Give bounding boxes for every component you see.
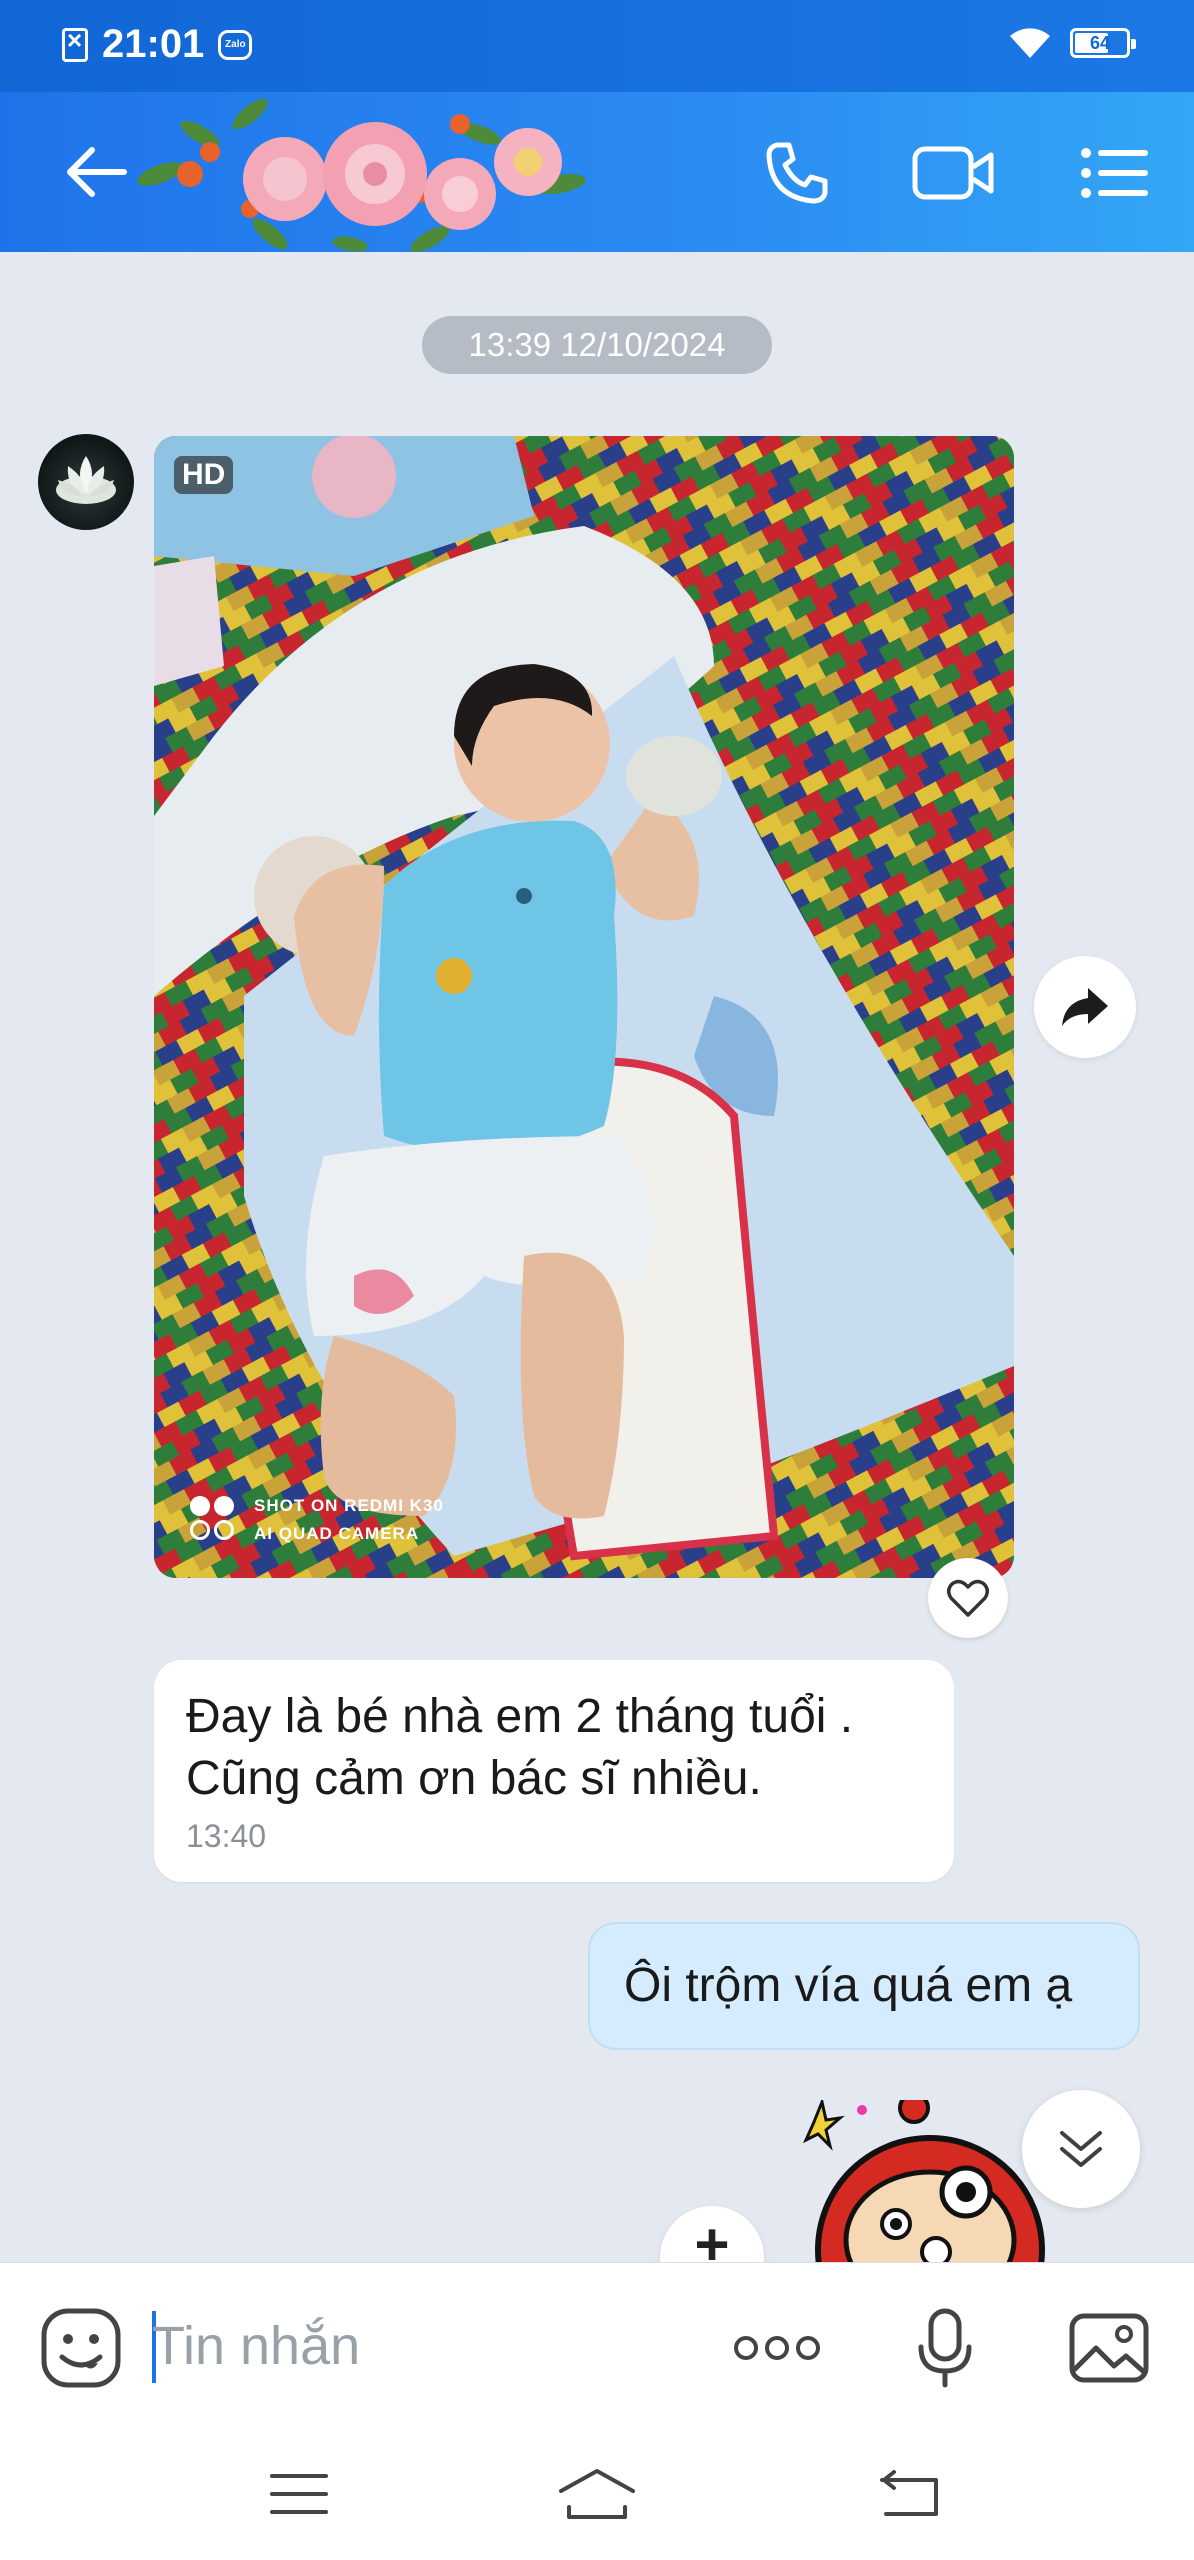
outgoing-message-bubble[interactable]: Ôi trộm vía quá em ạ: [588, 1922, 1140, 2050]
zalo-notification-icon: Zalo: [218, 29, 253, 60]
status-left: 21:01 Zalo: [62, 22, 253, 67]
home-button[interactable]: [552, 2454, 642, 2534]
video-call-icon: [912, 146, 994, 200]
message-composer: [0, 2262, 1194, 2424]
camera-watermark: SHOT ON REDMI K30 AI QUAD CAMERA: [190, 1492, 444, 1548]
forward-button[interactable]: [1034, 956, 1136, 1058]
baby-photo-image: [154, 436, 1014, 1578]
menu-lines-icon: [270, 2474, 328, 2514]
heart-icon: [947, 1579, 989, 1617]
watermark-line-1: SHOT ON REDMI K30: [254, 1496, 444, 1515]
chat-header: [0, 92, 1194, 252]
more-options-button[interactable]: [732, 2303, 822, 2393]
hd-badge: HD: [174, 456, 234, 494]
message-input[interactable]: [152, 2303, 692, 2389]
shared-photo[interactable]: HD SHOT ON REDMI K30 AI QUAD CAMERA: [154, 436, 1014, 1578]
react-heart-button[interactable]: [928, 1558, 1008, 1638]
scroll-to-bottom-button[interactable]: [1022, 2090, 1140, 2208]
double-chevron-down-icon: [1060, 2131, 1102, 2167]
voice-call-button[interactable]: [752, 128, 842, 218]
emoji-sticker-icon: [41, 2308, 121, 2388]
image-gallery-icon: [1069, 2313, 1149, 2383]
camera-logo-icon: [190, 1496, 238, 1544]
system-navigation-bar: [0, 2424, 1194, 2560]
emoji-button[interactable]: [36, 2303, 126, 2393]
wifi-icon: [1010, 28, 1050, 58]
battery-icon: 64: [1070, 28, 1136, 58]
date-divider: 13:39 12/10/2024: [422, 316, 772, 374]
flower-banner-decoration: [137, 98, 586, 252]
microphone-icon: [918, 2308, 972, 2388]
lotus-avatar-image: [56, 456, 116, 504]
phone-icon: [766, 142, 828, 204]
outgoing-message-text: Ôi trộm vía quá em ạ: [624, 1959, 1073, 2012]
contact-avatar[interactable]: [38, 434, 134, 530]
more-dots-icon: [734, 2336, 820, 2360]
conversation-options-button[interactable]: [1070, 128, 1160, 218]
back-arrow-icon: [67, 147, 127, 197]
back-button[interactable]: [56, 132, 136, 212]
voice-message-button[interactable]: [900, 2303, 990, 2393]
back-nav-button[interactable]: [866, 2454, 956, 2534]
incoming-message-bubble[interactable]: Đay là bé nhà em 2 tháng tuổi . Cũng cảm…: [154, 1660, 954, 1882]
back-nav-icon: [880, 2470, 938, 2516]
video-call-button[interactable]: [908, 128, 998, 218]
battery-level: 64: [1089, 33, 1111, 53]
no-sim-icon: [62, 25, 88, 62]
share-arrow-icon: [1062, 988, 1108, 1026]
menu-list-icon: [1081, 148, 1148, 198]
status-time: 21:01: [102, 22, 205, 66]
home-icon: [559, 2469, 635, 2519]
watermark-line-2: AI QUAD CAMERA: [254, 1524, 420, 1543]
status-right: 64: [1008, 26, 1136, 60]
send-image-button[interactable]: [1064, 2303, 1154, 2393]
incoming-message-text: Đay là bé nhà em 2 tháng tuổi . Cũng cảm…: [186, 1690, 854, 1805]
incoming-message-time: 13:40: [186, 1818, 267, 1854]
recent-apps-button[interactable]: [254, 2454, 344, 2534]
